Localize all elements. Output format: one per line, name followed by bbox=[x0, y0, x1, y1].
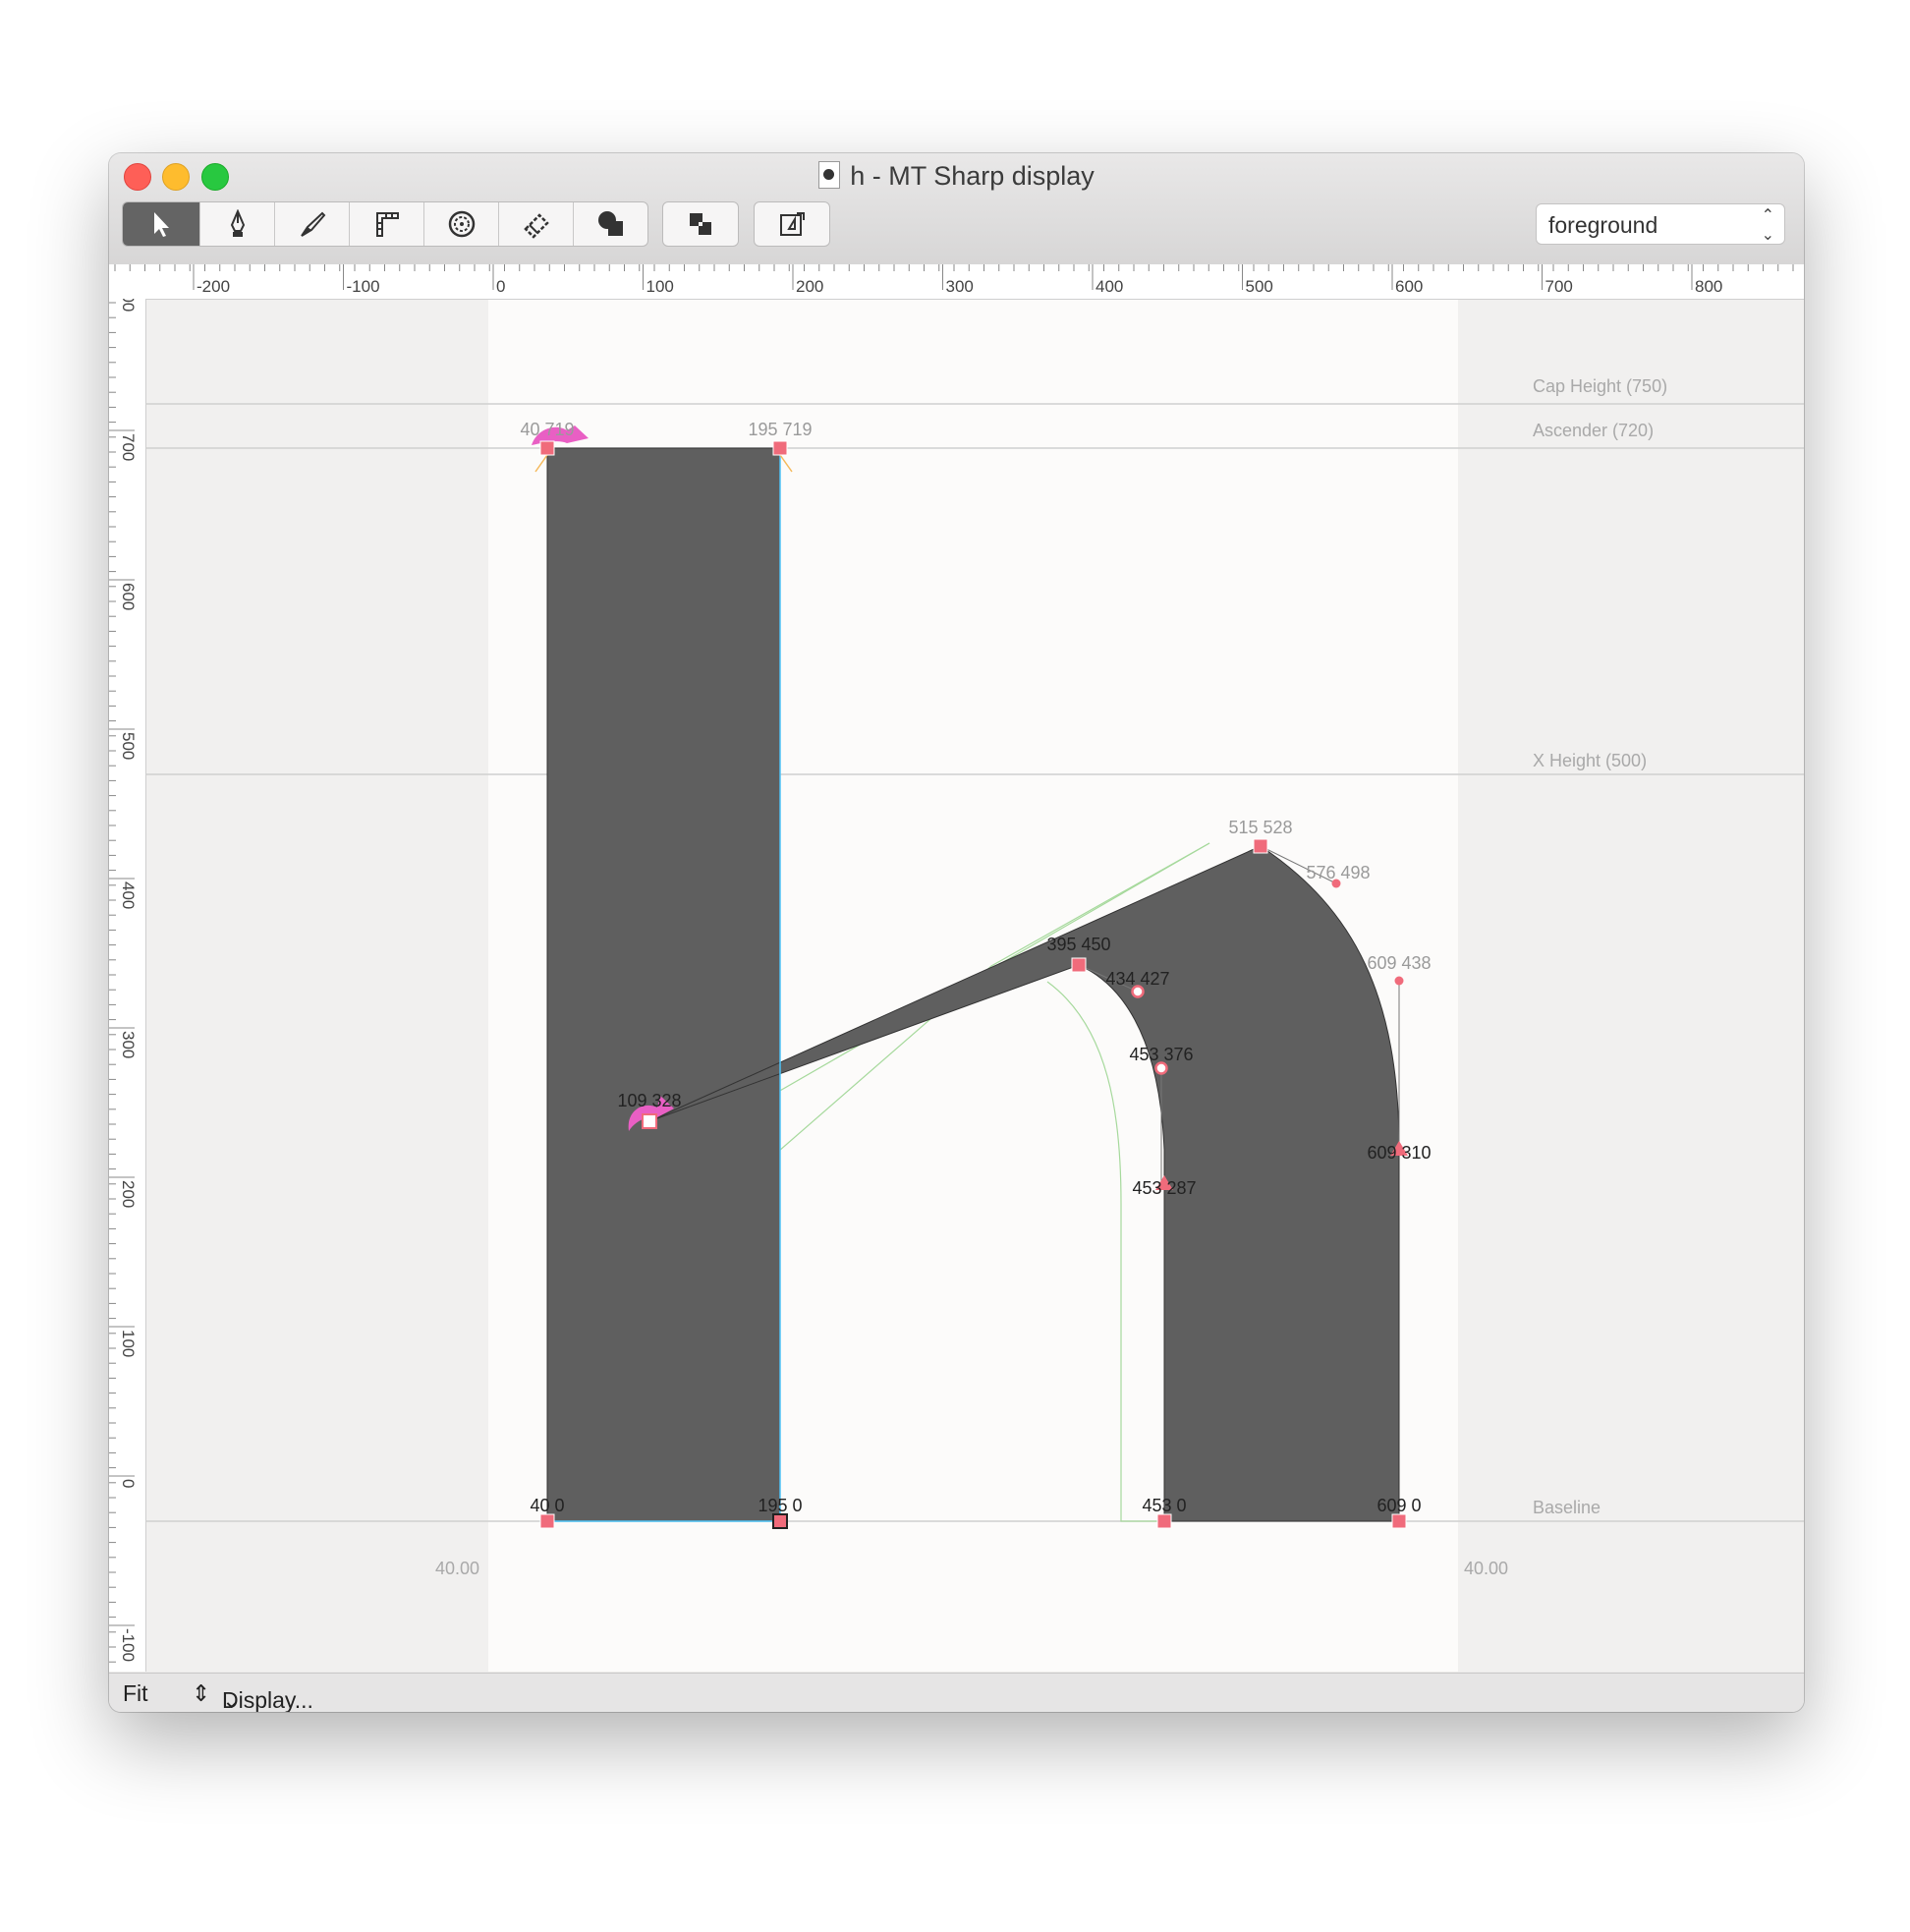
ascender-label: Ascender (720) bbox=[1533, 421, 1654, 440]
ruler-label: 0 bbox=[119, 1479, 138, 1488]
layer-select-value: foreground bbox=[1548, 212, 1658, 238]
ruler-label: -200 bbox=[197, 277, 230, 296]
ruler-label: 500 bbox=[1246, 277, 1273, 296]
point-coordinates: 195 0 bbox=[758, 1496, 802, 1515]
point-coordinates: 395 450 bbox=[1046, 935, 1110, 954]
titlebar: h - MT Sharp display foreground ⌃ ⌄ bbox=[109, 153, 1804, 265]
ruler-label: 300 bbox=[946, 277, 974, 296]
overlap-button-icon bbox=[690, 213, 711, 235]
point-coordinates: 609 0 bbox=[1376, 1496, 1421, 1515]
right-sidebearing-value: 40.00 bbox=[1464, 1559, 1508, 1578]
ruler-label: 100 bbox=[646, 277, 674, 296]
point-marker[interactable] bbox=[772, 440, 788, 456]
ruler-label: 200 bbox=[796, 277, 823, 296]
component-button[interactable] bbox=[754, 201, 830, 247]
layer-select[interactable]: foreground ⌃ ⌄ bbox=[1536, 203, 1785, 245]
horizontal-ruler[interactable]: -200 -100 0 100 200 300 400 500 600 700 800 bbox=[109, 264, 1804, 300]
window-title-text: h - MT Sharp display bbox=[850, 161, 1095, 191]
glyph-canvas[interactable]: Cap Height (750) Ascender (720) X Height… bbox=[146, 300, 1804, 1672]
document-icon bbox=[818, 161, 841, 189]
point-coordinates: 453 376 bbox=[1129, 1045, 1193, 1064]
shape-tool-button[interactable] bbox=[424, 202, 499, 246]
boolean-tool-button[interactable] bbox=[574, 202, 647, 246]
window-title: h - MT Sharp display bbox=[109, 161, 1804, 192]
shape-tool-icon bbox=[448, 210, 475, 238]
glyph-editor-window: h - MT Sharp display foreground ⌃ ⌄ -200… bbox=[109, 153, 1804, 1712]
ruler-label: 700 bbox=[1545, 277, 1573, 296]
point-coordinates: 515 528 bbox=[1228, 818, 1292, 837]
ruler-label: 800 bbox=[1695, 277, 1722, 296]
point-coordinates: 195 719 bbox=[748, 420, 812, 439]
point-marker[interactable] bbox=[1071, 957, 1087, 973]
point-marker[interactable] bbox=[1156, 1513, 1172, 1529]
pen-tool-icon bbox=[230, 209, 245, 237]
ruler-label: -100 bbox=[119, 1628, 138, 1662]
status-bar: Fit ⇕ Display... ⌄ bbox=[109, 1673, 1804, 1712]
knife-tool-button[interactable] bbox=[275, 202, 350, 246]
knife-tool-icon bbox=[300, 211, 325, 237]
glyph-stem-contour[interactable] bbox=[546, 447, 781, 1522]
point-coordinates: 434 427 bbox=[1105, 969, 1169, 989]
ruler-label: 600 bbox=[1395, 277, 1423, 296]
point-marker[interactable] bbox=[772, 1513, 788, 1529]
ruler-label: 700 bbox=[119, 433, 138, 461]
pointer-tool-button[interactable] bbox=[123, 202, 200, 246]
point-coordinates: 453 0 bbox=[1142, 1496, 1186, 1515]
point-marker[interactable] bbox=[539, 1513, 555, 1529]
x-height-label: X Height (500) bbox=[1533, 751, 1647, 770]
ruler-label: 200 bbox=[119, 1180, 138, 1208]
point-coordinates: 576 498 bbox=[1306, 863, 1370, 882]
chevron-updown-icon[interactable]: ⇕ bbox=[192, 1680, 210, 1707]
chevron-down-icon: ⌄ bbox=[222, 1687, 242, 1712]
point-marker[interactable] bbox=[1253, 838, 1268, 854]
point-coordinates: 40 719 bbox=[520, 420, 574, 439]
overlap-button[interactable] bbox=[662, 201, 739, 247]
ruler-label: -100 bbox=[347, 277, 380, 296]
glyph-canvas-drawing: Cap Height (750) Ascender (720) X Height… bbox=[146, 300, 1804, 1672]
horizontal-ruler-scale: -200 -100 0 100 200 300 400 500 600 700 800 bbox=[114, 264, 1794, 296]
point-coordinates: 109 328 bbox=[617, 1091, 681, 1110]
point-coordinates: 609 310 bbox=[1367, 1143, 1431, 1163]
ruler-label: 500 bbox=[119, 732, 138, 760]
ruler-label: 800 bbox=[119, 299, 138, 312]
point-coordinates: 609 438 bbox=[1367, 953, 1431, 973]
component-button-icon bbox=[780, 212, 805, 236]
point-marker[interactable] bbox=[539, 440, 555, 456]
point-marker[interactable] bbox=[1391, 1513, 1407, 1529]
boolean-tool-icon bbox=[597, 211, 623, 236]
zoom-fit-button[interactable]: Fit bbox=[123, 1680, 148, 1707]
ruler-label: 300 bbox=[119, 1031, 138, 1058]
eraser-tool-button[interactable] bbox=[499, 202, 574, 246]
tool-selector bbox=[122, 201, 648, 247]
left-sidebearing-value: 40.00 bbox=[435, 1559, 479, 1578]
ruler-label: 600 bbox=[119, 583, 138, 610]
point-coordinates: 40 0 bbox=[530, 1496, 564, 1515]
measure-tool-button[interactable] bbox=[350, 202, 424, 246]
ruler-label: 400 bbox=[1095, 277, 1123, 296]
selected-point-marker[interactable] bbox=[642, 1113, 657, 1129]
vertical-ruler-scale: 800 700 600 500 400 300 200 100 0 -100 bbox=[109, 280, 138, 1663]
point-coordinates: 453 287 bbox=[1132, 1178, 1196, 1198]
chevron-updown-icon: ⌃ ⌄ bbox=[1761, 207, 1774, 244]
vertical-ruler[interactable]: 800 700 600 500 400 300 200 100 0 -100 bbox=[109, 280, 146, 1672]
pen-tool-button[interactable] bbox=[200, 202, 275, 246]
ruler-label: 100 bbox=[119, 1330, 138, 1357]
measure-tool-icon bbox=[375, 212, 399, 237]
cap-height-label: Cap Height (750) bbox=[1533, 376, 1667, 396]
ruler-label: 400 bbox=[119, 881, 138, 909]
off-curve-point[interactable] bbox=[1154, 1061, 1168, 1075]
ruler-label: 0 bbox=[496, 277, 505, 296]
eraser-tool-icon bbox=[523, 213, 549, 239]
baseline-label: Baseline bbox=[1533, 1498, 1601, 1517]
pointer-tool-icon bbox=[154, 212, 169, 237]
off-curve-point[interactable] bbox=[1394, 976, 1404, 986]
